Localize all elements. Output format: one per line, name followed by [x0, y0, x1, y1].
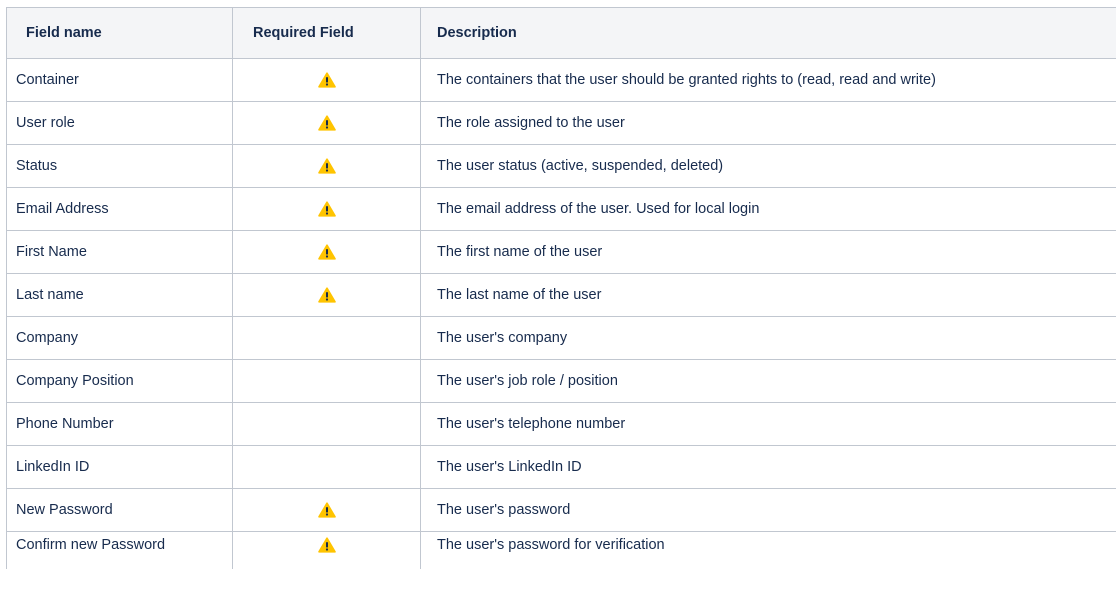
required-cell	[232, 187, 421, 231]
field-name-cell: Phone Number	[6, 402, 233, 446]
field-name-cell: LinkedIn ID	[6, 445, 233, 489]
description-cell: The user's telephone number	[420, 402, 1116, 446]
warning-icon	[317, 115, 336, 131]
description-cell: The user's LinkedIn ID	[420, 445, 1116, 489]
required-cell	[232, 144, 421, 188]
description-cell: The user's password	[420, 488, 1116, 532]
description-cell: The user status (active, suspended, dele…	[420, 144, 1116, 188]
description-cell: The role assigned to the user	[420, 101, 1116, 145]
description-cell: The email address of the user. Used for …	[420, 187, 1116, 231]
warning-icon	[317, 158, 336, 174]
user-fields-table-container: Field name Required Field Description Co…	[6, 7, 1116, 569]
description-cell: The user's password for verification	[420, 531, 1116, 569]
required-cell	[232, 273, 421, 317]
required-cell	[232, 531, 421, 569]
field-name-cell: Company Position	[6, 359, 233, 403]
field-name-cell: Last name	[6, 273, 233, 317]
table-row: Last name The last name of the user	[6, 273, 1116, 317]
table-header-row: Field name Required Field Description	[6, 7, 1116, 59]
column-header-field-name: Field name	[6, 7, 233, 59]
field-name-cell: Email Address	[6, 187, 233, 231]
field-name-cell: Confirm new Password	[6, 531, 233, 569]
column-header-description: Description	[420, 7, 1116, 59]
table-row: User role The role assigned to the user	[6, 101, 1116, 145]
warning-icon	[317, 502, 336, 518]
warning-icon	[317, 201, 336, 217]
field-name-cell: Container	[6, 58, 233, 102]
required-cell	[232, 359, 421, 403]
warning-icon	[317, 244, 336, 260]
table-row: Company Position The user's job role / p…	[6, 359, 1116, 403]
field-name-cell: User role	[6, 101, 233, 145]
field-name-cell: Status	[6, 144, 233, 188]
description-cell: The user's job role / position	[420, 359, 1116, 403]
description-cell: The last name of the user	[420, 273, 1116, 317]
field-name-cell: First Name	[6, 230, 233, 274]
required-cell	[232, 230, 421, 274]
column-header-required-field: Required Field	[232, 7, 421, 59]
table-row: First Name The first name of the user	[6, 230, 1116, 274]
required-cell	[232, 402, 421, 446]
table-row: Phone Number The user's telephone number	[6, 402, 1116, 446]
warning-icon	[317, 287, 336, 303]
description-cell: The user's company	[420, 316, 1116, 360]
field-name-cell: New Password	[6, 488, 233, 532]
table-row: Email Address The email address of the u…	[6, 187, 1116, 231]
warning-icon	[317, 537, 336, 553]
required-cell	[232, 316, 421, 360]
required-cell	[232, 101, 421, 145]
warning-icon	[317, 72, 336, 88]
table-row: New Password The user's password	[6, 488, 1116, 532]
description-cell: The containers that the user should be g…	[420, 58, 1116, 102]
field-name-cell: Company	[6, 316, 233, 360]
table-row: Container The containers that the user s…	[6, 58, 1116, 102]
user-fields-table: Field name Required Field Description Co…	[6, 7, 1116, 569]
description-cell: The first name of the user	[420, 230, 1116, 274]
table-row: Status The user status (active, suspende…	[6, 144, 1116, 188]
table-row: Company The user's company	[6, 316, 1116, 360]
required-cell	[232, 58, 421, 102]
table-row: LinkedIn ID The user's LinkedIn ID	[6, 445, 1116, 489]
required-cell	[232, 445, 421, 489]
table-row: Confirm new Password The user's password…	[6, 531, 1116, 569]
required-cell	[232, 488, 421, 532]
